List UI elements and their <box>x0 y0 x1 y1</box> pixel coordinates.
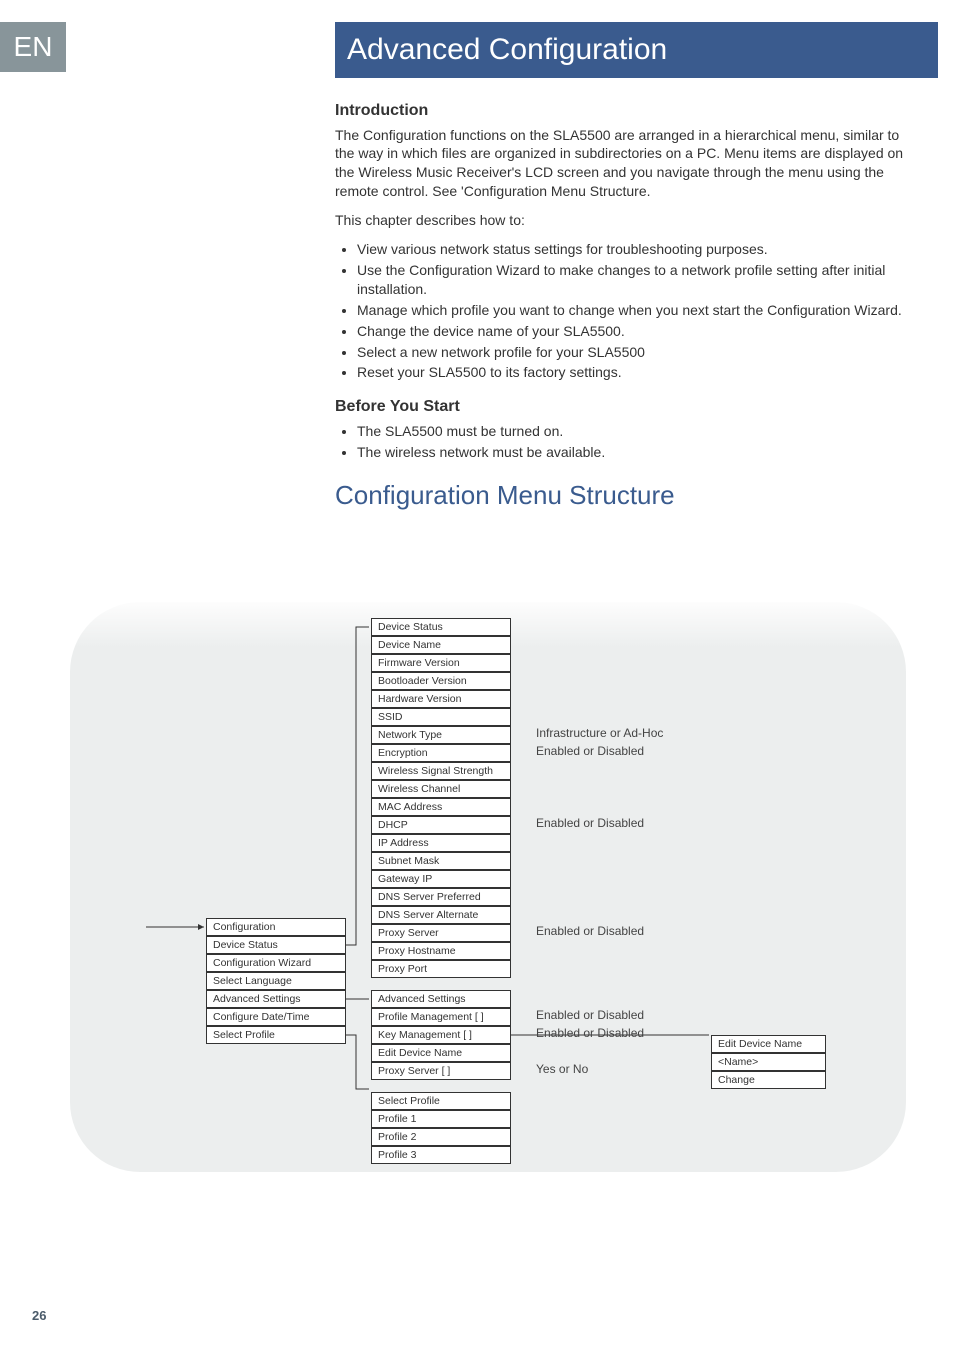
sp-profile1: Profile 1 <box>371 1110 511 1128</box>
as-key-mgmt: Key Management [ ] <box>371 1026 511 1044</box>
before-heading: Before You Start <box>335 396 904 418</box>
list-item: Manage which profile you want to change … <box>357 301 904 320</box>
ds-gateway: Gateway IP <box>371 870 511 888</box>
list-item: Use the Configuration Wizard to make cha… <box>357 261 904 299</box>
main-content: Introduction The Configuration functions… <box>335 100 904 523</box>
menu-select-language: Select Language <box>206 972 346 990</box>
ds-signal-strength: Wireless Signal Strength <box>371 762 511 780</box>
list-item: Reset your SLA5500 to its factory settin… <box>357 363 904 382</box>
ds-dhcp: DHCP <box>371 816 511 834</box>
ds-firmware: Firmware Version <box>371 654 511 672</box>
ds-dns-pref: DNS Server Preferred <box>371 888 511 906</box>
ds-dns-alt: DNS Server Alternate <box>371 906 511 924</box>
page-number: 26 <box>32 1308 46 1323</box>
intro-para-1: The Configuration functions on the SLA55… <box>335 126 904 202</box>
edn-name: <Name> <box>711 1053 826 1071</box>
menu-configure-datetime: Configure Date/Time <box>206 1008 346 1026</box>
menu-advanced-settings: Advanced Settings <box>206 990 346 1008</box>
ds-proxy-host: Proxy Hostname <box>371 942 511 960</box>
ds-mac: MAC Address <box>371 798 511 816</box>
edn-title: Edit Device Name <box>711 1035 826 1053</box>
cms-heading: Configuration Menu Structure <box>335 478 904 513</box>
as-title: Advanced Settings <box>371 990 511 1008</box>
sp-profile3: Profile 3 <box>371 1146 511 1164</box>
ds-device-name: Device Name <box>371 636 511 654</box>
ds-ssid: SSID <box>371 708 511 726</box>
lbl-key-mgmt: Enabled or Disabled <box>536 1026 644 1040</box>
ds-subnet: Subnet Mask <box>371 852 511 870</box>
lbl-encryption: Enabled or Disabled <box>536 744 644 758</box>
ds-network-type: Network Type <box>371 726 511 744</box>
diagram: Configuration Device Status Configuratio… <box>86 618 890 1144</box>
sp-profile2: Profile 2 <box>371 1128 511 1146</box>
lbl-dhcp: Enabled or Disabled <box>536 816 644 830</box>
sp-title: Select Profile <box>371 1092 511 1110</box>
page-banner: Advanced Configuration <box>335 22 938 78</box>
before-bullets: The SLA5500 must be turned on. The wirel… <box>335 422 904 462</box>
menu-device-status: Device Status <box>206 936 346 954</box>
intro-heading: Introduction <box>335 100 904 122</box>
lbl-profile-mgmt: Enabled or Disabled <box>536 1008 644 1022</box>
lbl-proxy: Enabled or Disabled <box>536 924 644 938</box>
menu-configuration: Configuration <box>206 918 346 936</box>
ds-encryption: Encryption <box>371 744 511 762</box>
ds-wireless-channel: Wireless Channel <box>371 780 511 798</box>
lbl-proxy2: Yes or No <box>536 1062 588 1076</box>
edn-change: Change <box>711 1071 826 1089</box>
list-item: The SLA5500 must be turned on. <box>357 422 904 441</box>
ds-bootloader: Bootloader Version <box>371 672 511 690</box>
ds-proxy-server: Proxy Server <box>371 924 511 942</box>
diagram-panel: Configuration Device Status Configuratio… <box>70 602 906 1172</box>
list-item: Select a new network profile for your SL… <box>357 343 904 362</box>
menu-config-wizard: Configuration Wizard <box>206 954 346 972</box>
ds-hardware: Hardware Version <box>371 690 511 708</box>
as-proxy-server: Proxy Server [ ] <box>371 1062 511 1080</box>
list-item: The wireless network must be available. <box>357 443 904 462</box>
list-item: Change the device name of your SLA5500. <box>357 322 904 341</box>
intro-para-2: This chapter describes how to: <box>335 211 904 230</box>
list-item: View various network status settings for… <box>357 240 904 259</box>
ds-proxy-port: Proxy Port <box>371 960 511 978</box>
lbl-network-type: Infrastructure or Ad-Hoc <box>536 726 663 740</box>
as-profile-mgmt: Profile Management [ ] <box>371 1008 511 1026</box>
ds-ip: IP Address <box>371 834 511 852</box>
menu-select-profile: Select Profile <box>206 1026 346 1044</box>
ds-title: Device Status <box>371 618 511 636</box>
as-edit-name: Edit Device Name <box>371 1044 511 1062</box>
language-tab: EN <box>0 22 66 72</box>
intro-bullets: View various network status settings for… <box>335 240 904 382</box>
